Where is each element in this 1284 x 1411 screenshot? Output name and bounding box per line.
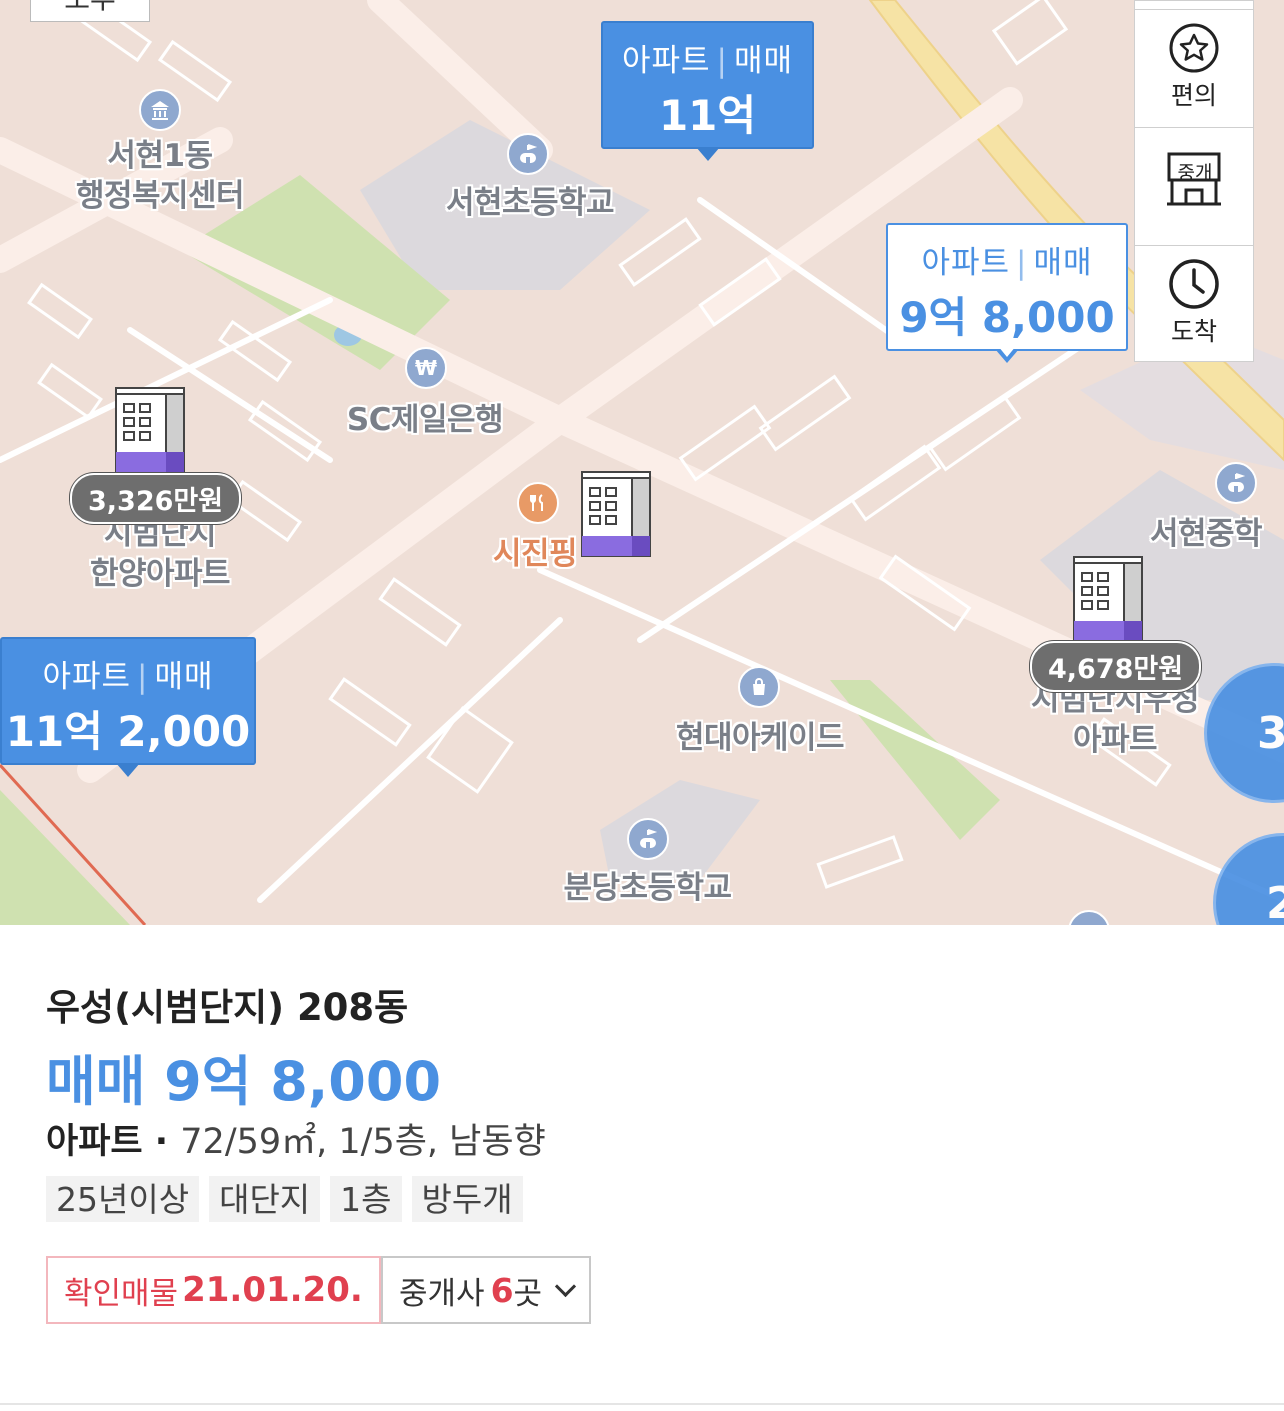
poi-label-seohyeon-elementary[interactable]: 서현초등학교 bbox=[430, 177, 630, 222]
school-icon[interactable] bbox=[507, 133, 549, 175]
complex-label-wooseong[interactable]: 시범단지우성 아파트 bbox=[1015, 680, 1215, 760]
listing-title: 우성(시범단지) 208동 bbox=[46, 986, 409, 1029]
shopping-bag-icon[interactable] bbox=[738, 666, 780, 708]
listing-spec: 72/59㎡, 1/5층, 남동향 bbox=[180, 1122, 546, 1162]
government-icon[interactable] bbox=[139, 89, 181, 131]
partial-label-box: 오투 bbox=[30, 0, 150, 22]
star-icon bbox=[1169, 23, 1219, 73]
agent-suffix: 곳 bbox=[513, 1275, 543, 1312]
bubble-deal: 매매 bbox=[1033, 245, 1093, 281]
poi-label-seohyeon-middle[interactable]: 서현중학 bbox=[1150, 508, 1284, 553]
listing-tags: 25년이상 대단지 1층 방두개 bbox=[46, 1176, 523, 1222]
apartment-marker-icon[interactable] bbox=[578, 470, 654, 558]
bubble-price: 11억 bbox=[658, 91, 757, 140]
restaurant-icon[interactable] bbox=[517, 482, 559, 524]
poi-label-sc-bank[interactable]: SC제일은행 bbox=[335, 394, 515, 439]
listing-tag: 대단지 bbox=[209, 1176, 321, 1222]
poi-label-bundang-elementary[interactable]: 분당초등학교 bbox=[545, 862, 750, 907]
listing-price: 매매 9억 8,000 bbox=[46, 1050, 442, 1113]
listing-detail-panel[interactable]: 우성(시범단지) 208동 매매 9억 8,000 아파트 · 72/59㎡, … bbox=[0, 925, 1284, 1411]
map-toolbar: 편의 중개 도착 bbox=[1134, 0, 1254, 362]
listing-tag: 1층 bbox=[330, 1176, 402, 1222]
listing-tag: 방두개 bbox=[411, 1176, 523, 1222]
agent-label: 중개사 bbox=[399, 1275, 485, 1312]
complex-price-pill[interactable]: 4,678만원 bbox=[1030, 641, 1202, 692]
listing-tag: 25년이상 bbox=[46, 1176, 200, 1222]
poi-label-sijinping[interactable]: 시진핑 bbox=[480, 528, 590, 573]
confirm-date: 21.01.20. bbox=[182, 1270, 363, 1310]
toolbar-amenities-button[interactable]: 편의 bbox=[1135, 9, 1253, 126]
school-icon[interactable] bbox=[1215, 462, 1257, 504]
bubble-type: 아파트 bbox=[921, 245, 1011, 281]
bank-icon[interactable]: ₩ bbox=[405, 347, 447, 389]
bubble-price: 9억 8,000 bbox=[899, 293, 1115, 342]
toolbar-agency-button[interactable]: 중개 bbox=[1135, 127, 1253, 244]
divider bbox=[0, 1403, 1284, 1405]
listing-bubble-selected[interactable]: 아파트 | 매매 9억 8,000 bbox=[886, 223, 1128, 363]
agent-count: 6 bbox=[490, 1270, 514, 1310]
listing-bubble[interactable]: 아파트 | 매매 11억 2,000 bbox=[0, 637, 256, 777]
map-view[interactable]: 오투 서현1동 행정복지센터 서현초등학교 ₩ SC제일은행 시진핑 서현중학 … bbox=[0, 0, 1284, 925]
toolbar-arrival-button[interactable]: 도착 bbox=[1135, 245, 1253, 362]
complex-price-pill[interactable]: 3,326만원 bbox=[70, 473, 242, 524]
listing-bubble[interactable]: 아파트 | 매매 11억 bbox=[601, 21, 814, 161]
agency-icon-text: 중개 bbox=[1177, 162, 1213, 184]
apartment-marker-icon[interactable] bbox=[112, 386, 188, 474]
chevron-down-icon bbox=[554, 1275, 577, 1297]
toolbar-arrival-label: 도착 bbox=[1170, 317, 1217, 346]
confirmed-listing-badge: 확인매물 21.01.20. bbox=[46, 1256, 381, 1324]
clock-icon bbox=[1169, 259, 1219, 309]
poi-label-hyundai-arcade[interactable]: 현대아케이드 bbox=[660, 712, 860, 757]
bubble-deal: 매매 bbox=[154, 659, 214, 695]
agent-count-button[interactable]: 중개사 6 곳 bbox=[381, 1256, 592, 1324]
poi-label-seohyeon1dong-office[interactable]: 서현1동 행정복지센터 bbox=[60, 136, 260, 216]
bubble-deal: 매매 bbox=[733, 43, 794, 79]
toolbar-amenities-label: 편의 bbox=[1170, 81, 1217, 110]
bubble-type: 아파트 bbox=[42, 659, 132, 695]
listing-type-line: 아파트 · 72/59㎡, 1/5층, 남동향 bbox=[46, 1122, 546, 1162]
complex-label-hanyang[interactable]: 시범단지 한양아파트 bbox=[60, 514, 260, 594]
partial-top-label: 오투 bbox=[31, 0, 149, 17]
apartment-marker-icon[interactable] bbox=[1070, 555, 1146, 643]
bubble-price: 11억 2,000 bbox=[5, 707, 251, 756]
confirm-label: 확인매물 bbox=[64, 1275, 179, 1312]
school-icon[interactable] bbox=[627, 818, 669, 860]
bubble-type: 아파트 bbox=[621, 43, 711, 79]
listing-type: 아파트 bbox=[46, 1122, 143, 1162]
